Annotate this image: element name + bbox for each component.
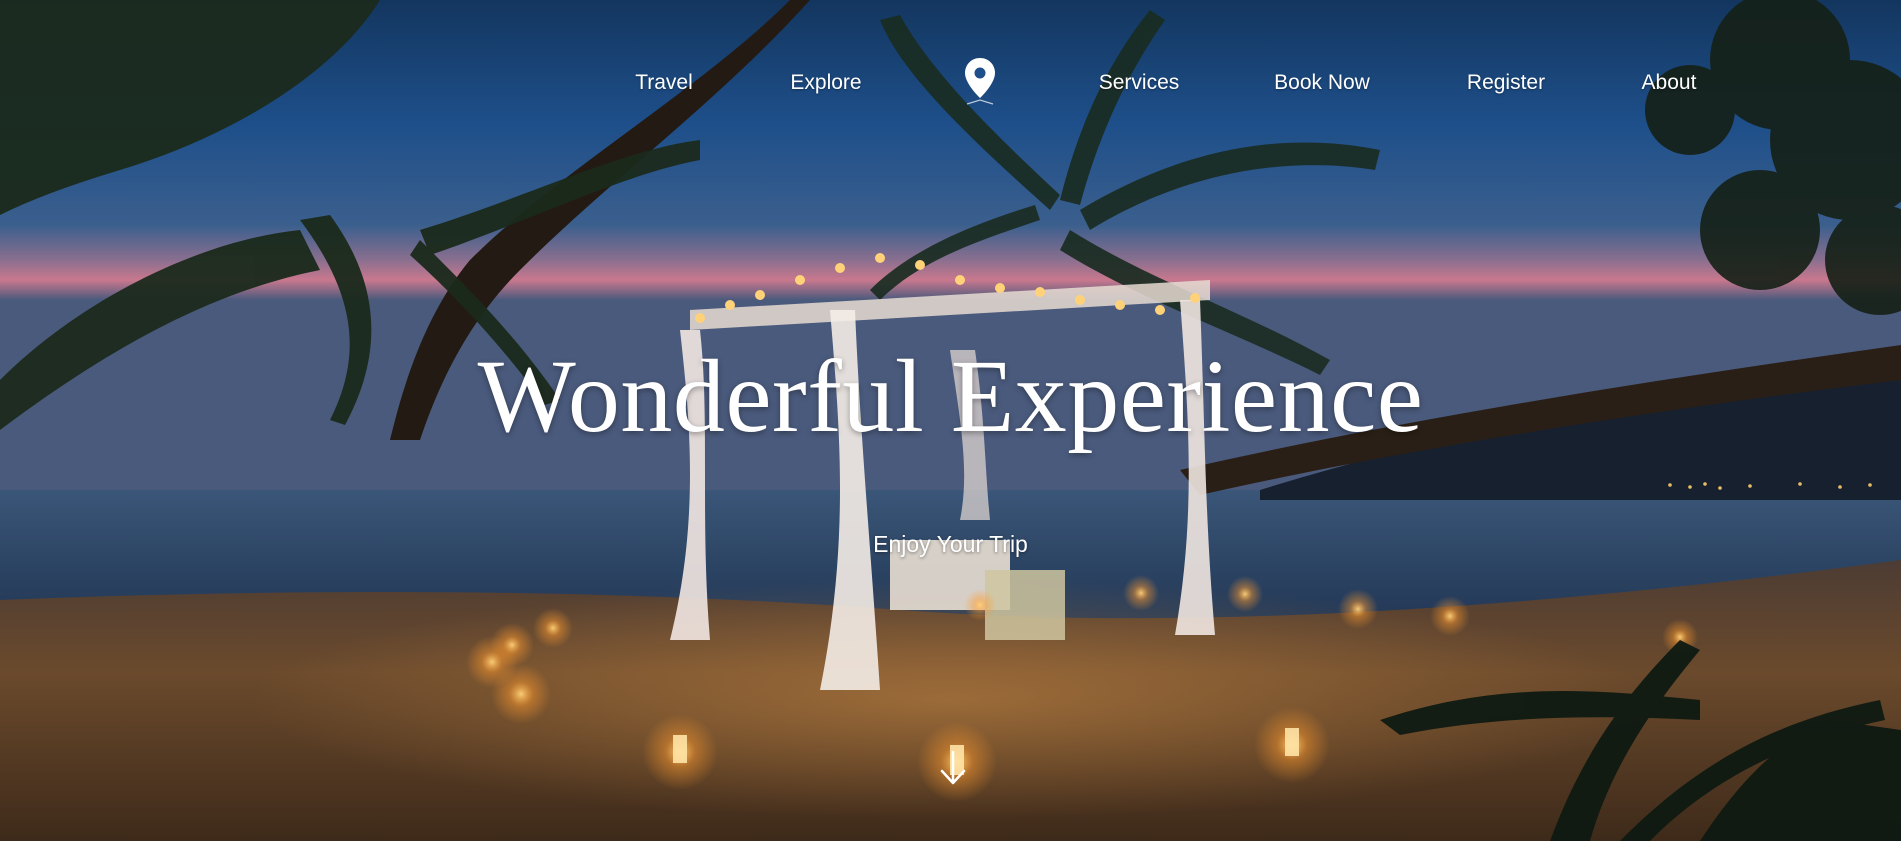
nav-item-book-now[interactable]: Book Now: [1274, 71, 1370, 95]
nav-item-register[interactable]: Register: [1467, 71, 1545, 95]
main-nav: Travel Explore Services Book Now Registe…: [0, 0, 1901, 160]
hero-title: Wonderful Experience: [477, 339, 1424, 454]
hero-subtitle: Enjoy Your Trip: [873, 531, 1028, 557]
hero-section: Travel Explore Services Book Now Registe…: [0, 0, 1901, 841]
map-pin-icon[interactable]: [963, 56, 997, 108]
arrow-down-icon[interactable]: [938, 750, 968, 786]
nav-item-about[interactable]: About: [1642, 71, 1697, 95]
nav-item-services[interactable]: Services: [1099, 71, 1180, 95]
nav-item-travel[interactable]: Travel: [635, 71, 693, 95]
nav-item-explore[interactable]: Explore: [790, 71, 861, 95]
